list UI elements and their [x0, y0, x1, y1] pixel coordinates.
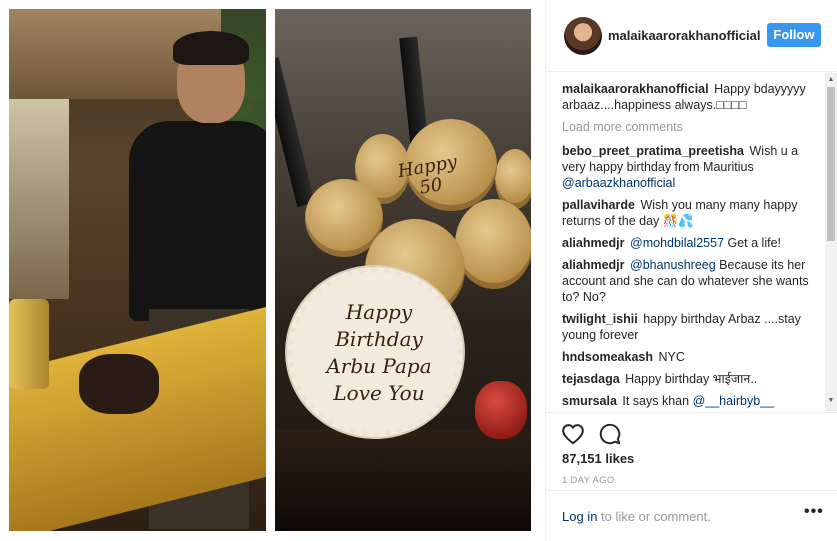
comment-text: Get a life!	[724, 236, 782, 250]
comment-item: bebo_preet_pratima_preetisha Wish u a ve…	[562, 143, 820, 191]
plaque-line: Happy	[345, 300, 413, 324]
photo-plaque-text: Happy Birthday Arbu Papa Love You	[309, 299, 449, 407]
comment-mention[interactable]: @__hairbyb__	[693, 394, 775, 408]
comment-item: aliahmedjr @mohdbilal2557 Get a life!	[562, 235, 820, 251]
comment-mention[interactable]: @mohdbilal2557	[630, 236, 724, 250]
comment-item: smursala It says khan @__hairbyb__	[562, 393, 820, 409]
scroll-down-arrow-icon[interactable]: ▼	[825, 396, 837, 406]
comment-icon[interactable]	[597, 421, 623, 447]
comment-username[interactable]: twilight_ishii	[562, 312, 638, 326]
photo-chocolate-base	[275, 429, 531, 531]
comment-mention[interactable]: @bhanushreeg	[630, 258, 716, 272]
plaque-line: Arbu Papa	[326, 354, 432, 378]
caption: malaikaarorakhanofficial Happy bdayyyyy …	[562, 81, 820, 113]
post-media[interactable]: Happy 50 Happy Birthday Arbu Papa Love Y…	[0, 0, 544, 541]
comment-username[interactable]: aliahmedjr	[562, 236, 625, 250]
photo-gold-cake	[9, 299, 49, 389]
login-link[interactable]: Log in	[562, 509, 597, 524]
scroll-up-arrow-icon[interactable]: ▲	[825, 75, 837, 85]
photo-man-hair	[173, 31, 249, 65]
comment-item: twilight_ishii happy birthday Arbaz ....…	[562, 311, 820, 343]
login-bar: Log in to like or comment. •••	[546, 490, 837, 541]
comment-username[interactable]: tejasdaga	[562, 372, 620, 386]
post-timestamp: 1 DAY AGO	[562, 475, 615, 486]
comment-text: NYC	[658, 350, 685, 364]
photo-shelf	[9, 99, 69, 299]
post-actions: 87,151 likes 1 DAY AGO	[546, 412, 837, 502]
photo-man-with-cake[interactable]	[9, 9, 266, 531]
photo-plaque-50: Happy 50	[385, 150, 476, 223]
load-more-comments-link[interactable]: Load more comments	[562, 119, 820, 135]
photo-man-body	[129, 121, 266, 321]
photo-strawberry	[475, 381, 527, 439]
comment-username[interactable]: hndsomeakash	[562, 350, 653, 364]
comment-text: It says khan	[622, 394, 693, 408]
scrollbar-thumb[interactable]	[827, 87, 835, 241]
comment-item: tejasdaga Happy birthday भाईजान..	[562, 371, 820, 387]
avatar[interactable]	[564, 17, 602, 55]
follow-button[interactable]: Follow	[767, 23, 821, 47]
comments-scrollbar[interactable]: ▲ ▼	[825, 73, 837, 411]
plaque-line: Birthday	[335, 327, 423, 351]
post-sidebar: malaikaarorakhanofficial Follow malaikaa…	[545, 0, 837, 541]
plaque-line: Love You	[333, 381, 425, 405]
comment-username[interactable]: smursala	[562, 394, 617, 408]
more-options-icon[interactable]: •••	[804, 503, 824, 521]
comment-username[interactable]: pallavihardе	[562, 198, 635, 212]
comment-username[interactable]: aliahmedjr	[562, 258, 625, 272]
comments-panel[interactable]: malaikaarorakhanofficial Happy bdayyyyy …	[546, 73, 837, 411]
comment-username[interactable]: bebo_preet_pratima_preetisha	[562, 144, 744, 158]
comment-text: Happy birthday भाईजान..	[625, 372, 758, 386]
comment-item: aliahmedjr @bhanushreeg Because its her …	[562, 257, 820, 305]
caption-username[interactable]: malaikaarorakhanofficial	[562, 82, 709, 96]
comment-list: malaikaarorakhanofficial Happy bdayyyyy …	[562, 81, 820, 411]
comment-item: pallavihardе Wish you many many happy re…	[562, 197, 820, 229]
photo-small-cake	[79, 354, 159, 414]
comment-item: hndsomeakash NYC	[562, 349, 820, 365]
post-username[interactable]: malaikaarorakhanofficial	[608, 28, 760, 43]
comment-mention[interactable]: @arbaazkhanofficial	[562, 176, 675, 190]
login-prompt: Log in to like or comment.	[562, 509, 711, 524]
photo-macaron	[455, 199, 531, 289]
login-prompt-text: to like or comment.	[597, 509, 711, 524]
photo-candle-stick	[275, 57, 315, 207]
heart-icon[interactable]	[560, 421, 586, 447]
photo-cake-closeup[interactable]: Happy 50 Happy Birthday Arbu Papa Love Y…	[275, 9, 531, 531]
post-header: malaikaarorakhanofficial Follow	[546, 0, 837, 72]
likes-count[interactable]: 87,151 likes	[562, 451, 634, 466]
